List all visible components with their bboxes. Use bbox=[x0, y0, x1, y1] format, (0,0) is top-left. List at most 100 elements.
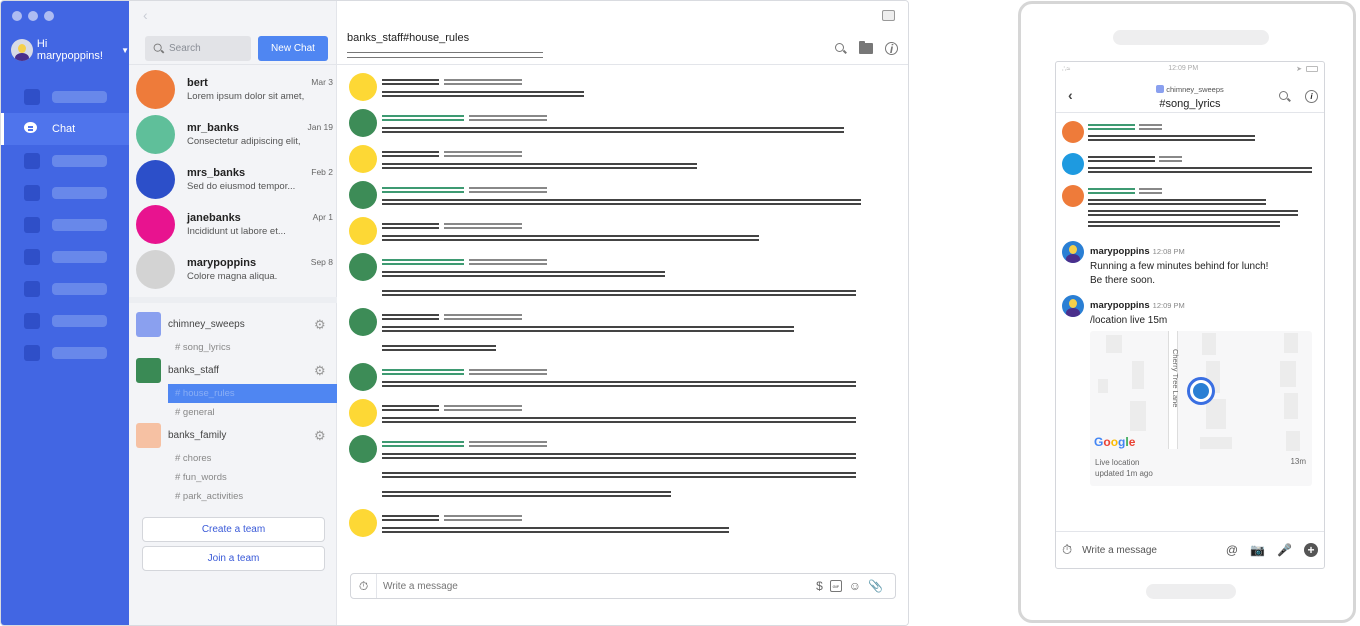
nav-item-placeholder[interactable] bbox=[1, 209, 129, 241]
message-avatar bbox=[349, 73, 377, 101]
author-placeholder bbox=[382, 79, 439, 85]
nav-item-placeholder[interactable] bbox=[1, 337, 129, 369]
status-line-1: Live location bbox=[1095, 458, 1140, 467]
close-window-button[interactable] bbox=[12, 11, 22, 21]
placeholder-label bbox=[52, 315, 107, 327]
radio-icon[interactable] bbox=[882, 10, 895, 21]
maximize-window-button[interactable] bbox=[44, 11, 54, 21]
message-input[interactable]: Write a message bbox=[1072, 545, 1226, 556]
folder-icon[interactable] bbox=[859, 41, 873, 54]
nav-item-placeholder[interactable] bbox=[1, 241, 129, 273]
user-menu[interactable]: Hi marypoppins! ▼ bbox=[11, 38, 129, 62]
nav-item-placeholder[interactable] bbox=[1, 81, 129, 113]
message bbox=[349, 509, 898, 545]
author-placeholder bbox=[382, 223, 439, 229]
desktop-app-window: Hi marypoppins! ▼ Chat ‹ Search New Chat… bbox=[0, 0, 909, 626]
conversation-item[interactable]: mr_banks Consectetur adipiscing elit, Jan… bbox=[129, 112, 337, 157]
dollar-icon[interactable]: $ bbox=[816, 579, 823, 593]
placeholder-icon bbox=[24, 249, 40, 265]
live-location-status: Live location updated 1m ago bbox=[1095, 457, 1153, 479]
minimize-window-button[interactable] bbox=[28, 11, 38, 21]
gear-icon[interactable]: ⚙ bbox=[314, 429, 327, 442]
conversation-preview: Consectetur adipiscing elit, bbox=[187, 136, 301, 147]
author-placeholder bbox=[382, 314, 439, 320]
live-location-map[interactable]: Cherry Tree Lane Google Live location upd… bbox=[1090, 331, 1312, 486]
message-avatar bbox=[349, 181, 377, 209]
conversation-item[interactable]: janebanks Incididunt ut labore et... Apr … bbox=[129, 202, 337, 247]
text-placeholder bbox=[382, 271, 665, 277]
message-input[interactable] bbox=[377, 580, 817, 592]
author-placeholder bbox=[382, 515, 439, 521]
placeholder-label bbox=[52, 347, 107, 359]
text-placeholder bbox=[1088, 210, 1298, 216]
team-item[interactable]: chimney_sweeps ⚙ bbox=[129, 311, 337, 338]
message-avatar bbox=[349, 363, 377, 391]
new-chat-button[interactable]: New Chat bbox=[258, 36, 328, 61]
timestamp-placeholder bbox=[444, 515, 522, 521]
join-team-button[interactable]: Join a team bbox=[142, 546, 325, 571]
plus-icon[interactable]: + bbox=[1304, 543, 1318, 557]
nav-item-placeholder[interactable] bbox=[1, 305, 129, 337]
search-input[interactable]: Search bbox=[145, 36, 251, 61]
nav-item-placeholder[interactable] bbox=[1, 145, 129, 177]
team-item[interactable]: banks_family ⚙ bbox=[129, 422, 337, 449]
channel-item[interactable]: # chores bbox=[129, 449, 337, 468]
timestamp-placeholder bbox=[469, 369, 547, 375]
location-pin-avatar[interactable] bbox=[1187, 377, 1215, 405]
gear-icon[interactable]: ⚙ bbox=[314, 318, 327, 331]
chat-bubble-icon bbox=[24, 121, 40, 137]
emoji-icon[interactable]: ☺ bbox=[849, 579, 861, 593]
stage: Hi marypoppins! ▼ Chat ‹ Search New Chat… bbox=[0, 0, 1360, 626]
microphone-icon[interactable]: 🎤 bbox=[1277, 543, 1292, 557]
conversation-item[interactable]: marypoppins Colore magna aliqua. Sep 8 bbox=[129, 247, 337, 292]
channel-item[interactable]: # song_lyrics bbox=[129, 338, 337, 357]
street-label: Cherry Tree Lane bbox=[1171, 349, 1180, 408]
left-nav: Hi marypoppins! ▼ Chat bbox=[1, 1, 129, 625]
composer-tools: $ GIF ☺ 📎 bbox=[816, 579, 883, 593]
mention-icon[interactable]: @ bbox=[1226, 543, 1238, 557]
camera-icon[interactable]: 📷 bbox=[1250, 543, 1265, 557]
placeholder-label bbox=[52, 251, 107, 263]
channel-item[interactable]: # general bbox=[129, 403, 337, 422]
placeholder-label bbox=[52, 219, 107, 231]
attachment-icon[interactable]: 📎 bbox=[868, 579, 883, 593]
text-placeholder bbox=[382, 417, 856, 423]
channel-item-active[interactable]: # house_rules bbox=[168, 384, 337, 403]
text-placeholder bbox=[382, 381, 856, 387]
back-chevron-icon[interactable]: ‹ bbox=[143, 7, 148, 23]
chevron-down-icon: ▼ bbox=[121, 45, 129, 55]
phone-composer: ⏱ Write a message @ 📷 🎤 + bbox=[1056, 531, 1324, 568]
conversation-item[interactable]: mrs_banks Sed do eiusmod tempor... Feb 2 bbox=[129, 157, 337, 202]
phone-screen: ∴≈ 12:09 PM ➤ ‹ chimney_sweeps #song_lyr… bbox=[1055, 61, 1325, 569]
message-avatar bbox=[349, 253, 377, 281]
channel-item[interactable]: # park_activities bbox=[129, 487, 337, 506]
team-item[interactable]: banks_staff ⚙ bbox=[129, 357, 337, 384]
message bbox=[349, 253, 898, 308]
phone-speaker bbox=[1113, 30, 1269, 45]
conversation-preview: Incididunt ut labore et... bbox=[187, 226, 286, 237]
author-placeholder bbox=[1088, 156, 1155, 162]
composer-tools: @ 📷 🎤 + bbox=[1226, 543, 1318, 557]
nav-item-chat[interactable]: Chat bbox=[1, 113, 129, 145]
gear-icon[interactable]: ⚙ bbox=[314, 364, 327, 377]
conversation-item[interactable]: bert Lorem ipsum dolor sit amet, Mar 3 bbox=[129, 67, 337, 112]
timer-icon[interactable]: ⏱ bbox=[351, 574, 377, 598]
user-avatar bbox=[11, 39, 33, 61]
message-avatar bbox=[349, 109, 377, 137]
timer-icon[interactable]: ⏱ bbox=[1062, 542, 1072, 558]
message-avatar bbox=[349, 308, 377, 336]
author-placeholder bbox=[382, 441, 464, 447]
nav-item-placeholder[interactable] bbox=[1, 273, 129, 305]
timestamp-placeholder bbox=[444, 314, 522, 320]
message-text: Be there soon. bbox=[1090, 275, 1156, 286]
gif-icon[interactable]: GIF bbox=[829, 580, 842, 592]
search-icon[interactable] bbox=[1279, 90, 1291, 103]
create-team-button[interactable]: Create a team bbox=[142, 517, 325, 542]
info-icon[interactable]: i bbox=[885, 42, 898, 56]
info-icon[interactable]: i bbox=[1305, 90, 1318, 103]
nav-item-placeholder[interactable] bbox=[1, 177, 129, 209]
conversation-name: janebanks bbox=[187, 212, 241, 224]
channel-item[interactable]: # fun_words bbox=[129, 468, 337, 487]
conversation-list: bert Lorem ipsum dolor sit amet, Mar 3 mr… bbox=[129, 64, 337, 292]
search-icon[interactable] bbox=[835, 42, 847, 55]
